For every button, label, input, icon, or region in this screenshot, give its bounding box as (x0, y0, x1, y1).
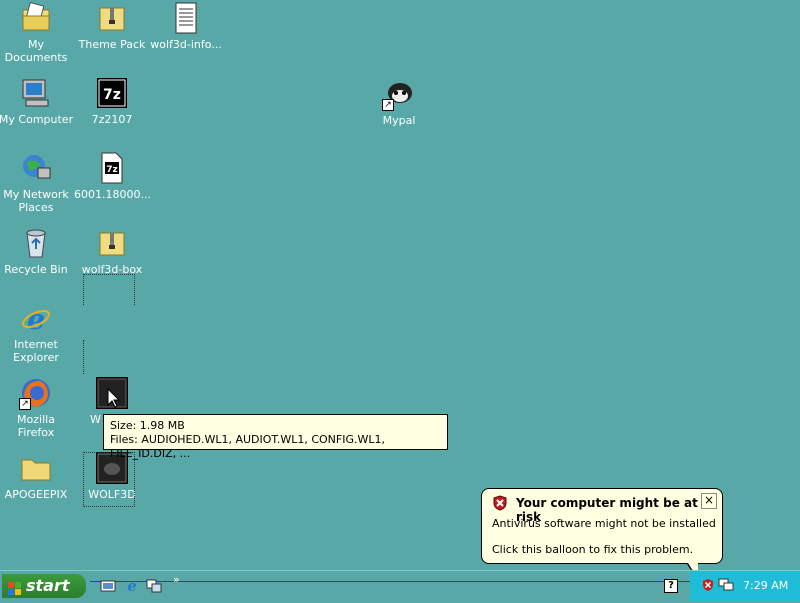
firefox-icon: ↗ (19, 377, 52, 410)
icon-label: 7z2107 (91, 113, 133, 126)
internet-explorer-icon: e (20, 302, 52, 336)
start-button[interactable]: start (2, 574, 86, 598)
text-document-icon (170, 2, 202, 34)
icon-label: Internet Explorer (13, 338, 59, 364)
mypal-browser-icon: ↗ (382, 78, 415, 111)
desktop-icon-recycle-bin[interactable]: Recycle Bin (0, 227, 74, 276)
icon-label: My Network Places (3, 188, 69, 214)
desktop-icon-mozilla-firefox[interactable]: ↗ Mozilla Firefox (0, 377, 74, 439)
network-places-icon (20, 152, 52, 184)
folder-icon (20, 452, 52, 484)
svg-text:7z: 7z (103, 87, 121, 103)
show-desktop-icon[interactable] (100, 578, 116, 597)
security-shield-tray-icon[interactable] (701, 578, 715, 595)
desktop-icon-theme-pack[interactable]: Theme Pack (74, 2, 150, 51)
icon-label: Theme Pack (78, 38, 146, 51)
7z-archive-icon: 7z (96, 152, 128, 184)
svg-text:7z: 7z (106, 165, 118, 175)
desktop-icon-7z2107[interactable]: 7z 7z2107 (74, 77, 150, 126)
selection-outline (83, 340, 84, 374)
icon-label: APOGEEPIX (4, 488, 68, 501)
internet-explorer-quicklaunch-icon[interactable]: e (124, 577, 140, 596)
desktop-icon-wolf3d-box[interactable]: wolf3d-box (74, 227, 150, 276)
balloon-line-1: Antivirus software might not be installe… (492, 517, 716, 530)
shortcut-arrow-icon: ↗ (382, 99, 394, 111)
desktop-icon-my-network-places[interactable]: My Network Places (0, 152, 74, 214)
desktop-icon-my-documents[interactable]: My Documents (0, 1, 74, 64)
system-tray: 7:29 AM (690, 571, 800, 601)
recycle-bin-icon (20, 227, 52, 259)
zip-folder-icon (96, 227, 128, 259)
start-label: start (26, 576, 70, 595)
file-info-tooltip: Size: 1.98 MB Files: AUDIOHED.WL1, AUDIO… (103, 414, 448, 460)
7zip-icon: 7z (96, 77, 128, 109)
desktop-icon-apogeepix[interactable]: APOGEEPIX (0, 452, 74, 501)
my-documents-icon (20, 1, 52, 34)
quicklaunch-chevron[interactable]: » (173, 573, 180, 586)
desktop-icon-mypal[interactable]: ↗ Mypal (361, 78, 437, 127)
svg-text:e: e (127, 577, 137, 593)
computer-icon (20, 77, 52, 109)
svg-text:e: e (27, 303, 45, 334)
icon-label: 6001.18000... (74, 188, 151, 201)
icon-label: My Computer (0, 113, 74, 126)
balloon-close-button[interactable]: × (701, 493, 717, 509)
taskbar-divider-line (90, 581, 690, 582)
desktop-icon-internet-explorer[interactable]: e Internet Explorer (0, 302, 74, 364)
windows-logo-icon (8, 579, 22, 603)
taskbar: start e » ? 7:29 AM (0, 570, 800, 601)
network-tray-icon[interactable] (718, 577, 734, 594)
desktop-icon-6001-18000[interactable]: 7z 6001.18000... (74, 152, 151, 201)
shield-warning-icon (492, 495, 508, 514)
icon-label: Mozilla Firefox (17, 413, 55, 439)
icon-label: Mypal (382, 114, 416, 127)
balloon-line-2: Click this balloon to fix this problem. (492, 543, 694, 556)
dos-program-icon (96, 377, 128, 409)
tooltip-size: Size: 1.98 MB (110, 419, 185, 432)
icon-label: Recycle Bin (4, 263, 68, 276)
desktop-icon-my-computer[interactable]: My Computer (0, 77, 74, 126)
zip-folder-icon (96, 2, 128, 34)
selection-outline (83, 274, 135, 305)
shortcut-arrow-icon: ↗ (19, 398, 31, 410)
switch-windows-icon[interactable] (146, 578, 162, 597)
desktop-icon-wolf3d-info[interactable]: wolf3d-info... (148, 2, 224, 51)
clock[interactable]: 7:29 AM (743, 579, 788, 592)
security-alert-balloon[interactable]: Your computer might be at risk × Antivir… (481, 488, 723, 581)
icon-label: wolf3d-info... (150, 38, 222, 51)
help-button[interactable]: ? (664, 579, 678, 593)
icon-label: My Documents (4, 38, 68, 64)
tooltip-files: Files: AUDIOHED.WL1, AUDIOT.WL1, CONFIG.… (110, 433, 385, 460)
